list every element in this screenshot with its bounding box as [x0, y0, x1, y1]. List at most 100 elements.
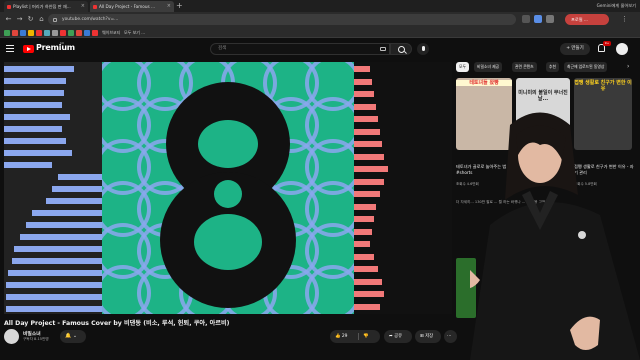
account-avatar[interactable] — [616, 43, 628, 55]
blue-stripe — [4, 150, 72, 156]
pink-stripe — [354, 241, 370, 247]
blue-stripe — [12, 258, 104, 264]
pink-stripe — [354, 66, 370, 72]
bookmark-star-icon[interactable] — [522, 15, 530, 23]
browser-tab-bar: Playlist | 머리가 하얀집 딴 재... × All Day Proj… — [0, 0, 640, 12]
url-text: youtube.com/watch?v=... — [62, 17, 119, 22]
pink-stripe — [354, 278, 382, 285]
blue-stripe — [4, 126, 62, 132]
bookmark-icon[interactable] — [20, 29, 26, 36]
bookmark-icon[interactable] — [84, 29, 90, 36]
address-bar-row: ← → ↻ ⌂ youtube.com/watch?v=... 프로필 ... … — [0, 12, 640, 27]
pink-stripe — [354, 291, 384, 297]
bookmark-icon[interactable] — [68, 29, 74, 36]
search-button[interactable] — [390, 43, 412, 55]
pink-stripe — [354, 78, 372, 85]
bookmark-link[interactable]: 웨이브코티 — [102, 29, 120, 36]
pink-stripe — [354, 191, 380, 197]
pink-stripe — [354, 116, 378, 122]
bookmark-icon[interactable] — [36, 29, 42, 36]
chip-all[interactable]: 모두 — [456, 62, 469, 72]
tab-title: Playlist | 머리가 하얀집 딴 재... — [13, 4, 71, 9]
chip-related[interactable]: 관련 콘텐츠 — [512, 62, 537, 72]
character-brooch — [578, 231, 586, 239]
chevron-right-icon[interactable]: › — [627, 62, 637, 72]
new-tab-button[interactable]: + — [176, 0, 183, 12]
bookmark-icon[interactable] — [12, 29, 18, 36]
blue-stripe — [4, 114, 70, 120]
region-label: KR — [60, 41, 65, 45]
like-button[interactable]: 👍 29 👎 — [330, 330, 380, 343]
home-icon[interactable]: ⌂ — [37, 14, 46, 25]
bookmark-icon[interactable] — [92, 29, 98, 36]
subscription-bell-button[interactable]: 🔔 ⌄ — [60, 330, 86, 343]
extension-icon[interactable] — [534, 15, 542, 23]
character-body — [470, 202, 640, 360]
blue-stripe — [14, 246, 104, 252]
search-input[interactable]: 검색 — [210, 43, 390, 55]
bookmark-icon[interactable] — [52, 29, 58, 36]
avatar-character-overlay — [470, 112, 640, 360]
bookmark-icon[interactable] — [4, 29, 10, 36]
channel-subscriber-count: 구독자 8.15만명 — [23, 337, 49, 341]
notification-count-badge: 9+ — [603, 41, 611, 46]
video-player[interactable] — [4, 62, 452, 314]
blue-stripe — [58, 174, 104, 180]
chip-recommended[interactable]: 추천 — [546, 62, 559, 72]
share-button[interactable]: ➦ 공유 — [384, 330, 412, 343]
thumbs-up-icon: 👍 — [335, 334, 342, 339]
bookmark-folder[interactable]: 모두 보기 ... — [124, 29, 145, 36]
youtube-logo-icon[interactable] — [23, 45, 34, 53]
blue-stripe — [4, 138, 66, 144]
eight-center-dot — [214, 180, 242, 208]
bookmark-icon[interactable] — [76, 29, 82, 36]
save-button[interactable]: ⊞ 저장 — [415, 330, 441, 343]
save-label: 저장 — [425, 334, 434, 339]
profile-chip[interactable]: 프로필 ... — [565, 14, 609, 25]
browser-tab-playlist[interactable]: Playlist | 머리가 하얀집 딴 재... × — [4, 1, 88, 12]
blue-stripe — [46, 198, 104, 204]
blue-stripe — [6, 306, 104, 312]
youtube-favicon-icon — [93, 4, 97, 9]
dislike-icon[interactable]: 👎 — [363, 330, 368, 343]
bookmark-icon[interactable] — [60, 29, 66, 36]
reload-icon[interactable]: ↻ — [26, 14, 35, 25]
blue-stripe — [6, 294, 104, 300]
keyboard-icon[interactable] — [380, 47, 386, 51]
eight-top-hole — [198, 120, 258, 168]
pink-stripe — [354, 128, 380, 135]
eight-bottom-hole — [194, 214, 262, 270]
close-tab-icon[interactable]: × — [81, 1, 85, 12]
url-field[interactable]: youtube.com/watch?v=... — [48, 14, 516, 25]
pink-stripe — [354, 91, 374, 97]
bookmark-icon[interactable] — [44, 29, 50, 36]
premium-logo-text[interactable]: Premium — [36, 43, 75, 52]
browser-menu-icon[interactable]: ⋮ — [620, 14, 629, 25]
thumb-caption: 미니미의 불일이 무너진 날... — [518, 90, 568, 102]
extensions-puzzle-icon[interactable] — [546, 15, 554, 23]
chip-from-channel[interactable]: 비밀소녀 제공 — [474, 62, 503, 72]
sidebar-filter-chips: 모두 비밀소녀 제공 관련 콘텐츠 추천 최근에 업로드된 동영상 — [456, 62, 640, 74]
menu-icon[interactable] — [6, 45, 14, 52]
site-info-icon[interactable] — [53, 17, 57, 22]
gemini-button[interactable]: Gemini에게 물어보기 — [597, 1, 636, 11]
pink-stripe — [354, 253, 374, 260]
forward-icon[interactable]: → — [15, 14, 24, 25]
browser-tab-video[interactable]: All Day Project - Famous ... × — [90, 1, 174, 12]
divider — [358, 333, 359, 340]
voice-search-button[interactable] — [417, 43, 429, 55]
channel-name[interactable]: 비밀소녀 — [23, 330, 41, 337]
channel-avatar[interactable] — [4, 329, 19, 344]
close-tab-icon[interactable]: × — [167, 1, 171, 12]
bookmark-icon[interactable] — [28, 29, 34, 36]
back-icon[interactable]: ← — [4, 14, 13, 25]
chip-recent[interactable]: 최근에 업로드된 동영상 — [564, 62, 608, 72]
blue-stripe — [32, 210, 104, 216]
pink-stripe — [354, 216, 374, 222]
more-actions-button[interactable]: ⋯ — [444, 330, 457, 343]
pink-stripe — [354, 166, 388, 172]
create-button[interactable]: + 만들기 — [560, 43, 590, 55]
blue-stripe — [4, 78, 66, 84]
pink-stripe — [354, 203, 376, 210]
right-pink-stripes — [354, 62, 452, 314]
